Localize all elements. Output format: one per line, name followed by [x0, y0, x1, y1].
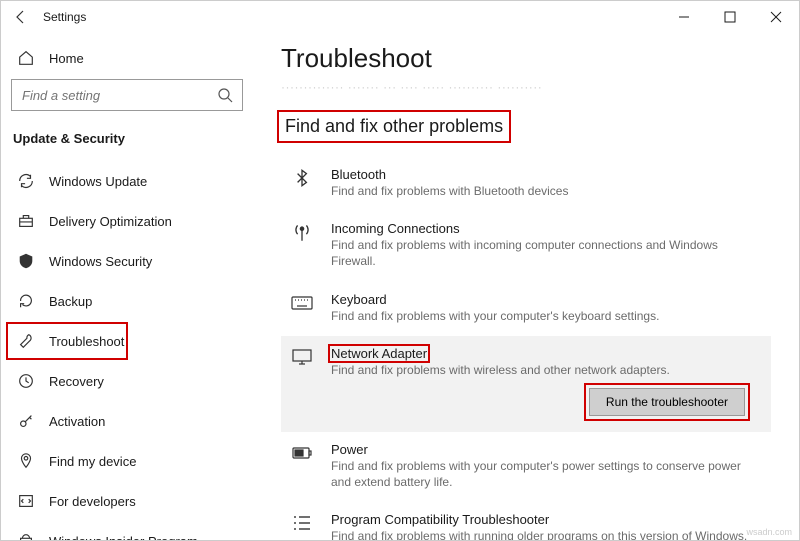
list-icon	[289, 512, 315, 540]
minimize-icon	[676, 9, 692, 25]
keyboard-icon	[289, 292, 315, 324]
ts-desc: Find and fix problems with incoming comp…	[331, 237, 763, 269]
recovery-icon	[17, 372, 35, 390]
antenna-icon	[289, 221, 315, 269]
ts-name: Incoming Connections	[331, 221, 763, 236]
bluetooth-icon	[289, 167, 315, 199]
sync-icon	[17, 172, 35, 190]
sidebar-item-label: Windows Security	[49, 254, 152, 269]
ts-name: Program Compatibility Troubleshooter	[331, 512, 763, 527]
ts-name: Bluetooth	[331, 167, 763, 182]
sidebar-item-recovery[interactable]: Recovery	[11, 362, 243, 400]
sidebar-section-header: Update & Security	[11, 127, 243, 160]
ts-name: Power	[331, 442, 763, 457]
sidebar-item-label: Backup	[49, 294, 92, 309]
ts-row: Network Adapter Find and fix problems wi…	[289, 346, 763, 378]
maximize-icon	[722, 9, 738, 25]
sidebar-item-label: Find my device	[49, 454, 136, 469]
ts-text: Power Find and fix problems with your co…	[331, 442, 763, 490]
arrow-left-icon	[13, 9, 29, 25]
section-title-wrap: Find and fix other problems	[281, 114, 507, 139]
sidebar-item-label: Recovery	[49, 374, 104, 389]
developer-icon	[17, 492, 35, 510]
sidebar-item-label: Troubleshoot	[49, 334, 124, 349]
wrench-icon	[17, 332, 35, 350]
run-troubleshooter-button[interactable]: Run the troubleshooter	[589, 388, 745, 416]
home-label: Home	[49, 51, 84, 66]
close-icon	[768, 9, 784, 25]
ts-name: Keyboard	[331, 292, 763, 307]
sidebar-item-find-my-device[interactable]: Find my device	[11, 442, 243, 480]
ts-item-power[interactable]: Power Find and fix problems with your co…	[281, 432, 771, 502]
minimize-button[interactable]	[661, 1, 707, 33]
ts-desc: Find and fix problems with your computer…	[331, 458, 763, 490]
settings-window: Settings Home Update & Security	[0, 0, 800, 541]
sidebar-item-label: Delivery Optimization	[49, 214, 172, 229]
sidebar-item-label: Windows Insider Program	[49, 534, 198, 541]
home-icon	[17, 49, 35, 67]
watermark: wsadn.com	[746, 527, 792, 537]
troubleshooter-list: Bluetooth Find and fix problems with Blu…	[281, 157, 771, 540]
search-wrap	[11, 79, 243, 111]
sidebar-item-delivery-optimization[interactable]: Delivery Optimization	[11, 202, 243, 240]
ts-name: Network Adapter	[331, 346, 427, 361]
content: Troubleshoot ·············· ······· ··· …	[253, 33, 799, 540]
ts-text: Bluetooth Find and fix problems with Blu…	[331, 167, 763, 199]
ts-text: Network Adapter Find and fix problems wi…	[331, 346, 763, 378]
ts-desc: Find and fix problems with your computer…	[331, 308, 763, 324]
titlebar-left: Settings	[13, 9, 86, 25]
close-button[interactable]	[753, 1, 799, 33]
ts-item-bluetooth[interactable]: Bluetooth Find and fix problems with Blu…	[281, 157, 771, 211]
ts-item-keyboard[interactable]: Keyboard Find and fix problems with your…	[281, 282, 771, 336]
ts-item-incoming-connections[interactable]: Incoming Connections Find and fix proble…	[281, 211, 771, 281]
section-title: Find and fix other problems	[281, 114, 507, 139]
ts-desc: Find and fix problems with running older…	[331, 528, 763, 540]
run-button-row: Run the troubleshooter	[289, 388, 763, 416]
ts-desc: Find and fix problems with wireless and …	[331, 362, 763, 378]
sidebar-item-label: For developers	[49, 494, 136, 509]
body: Home Update & Security Windows Update De…	[1, 33, 799, 540]
delivery-icon	[17, 212, 35, 230]
sidebar-item-windows-update[interactable]: Windows Update	[11, 162, 243, 200]
search-input[interactable]	[11, 79, 243, 111]
maximize-button[interactable]	[707, 1, 753, 33]
app-title: Settings	[43, 10, 86, 24]
ts-item-program-compatibility[interactable]: Program Compatibility Troubleshooter Fin…	[281, 502, 771, 540]
sidebar-item-backup[interactable]: Backup	[11, 282, 243, 320]
sidebar-item-label: Windows Update	[49, 174, 147, 189]
window-controls	[661, 1, 799, 33]
sidebar: Home Update & Security Windows Update De…	[1, 33, 253, 540]
sidebar-item-activation[interactable]: Activation	[11, 402, 243, 440]
power-icon	[289, 442, 315, 490]
sidebar-item-troubleshoot[interactable]: Troubleshoot	[11, 322, 243, 360]
ts-item-network-adapter[interactable]: Network Adapter Find and fix problems wi…	[281, 336, 771, 432]
insider-icon	[17, 532, 35, 540]
ts-text: Keyboard Find and fix problems with your…	[331, 292, 763, 324]
ts-text: Program Compatibility Troubleshooter Fin…	[331, 512, 763, 540]
titlebar: Settings	[1, 1, 799, 33]
page-title: Troubleshoot	[281, 43, 771, 74]
location-icon	[17, 452, 35, 470]
ts-text: Incoming Connections Find and fix proble…	[331, 221, 763, 269]
ts-desc: Find and fix problems with Bluetooth dev…	[331, 183, 763, 199]
sidebar-item-label: Activation	[49, 414, 105, 429]
sidebar-item-for-developers[interactable]: For developers	[11, 482, 243, 520]
sidebar-item-windows-security[interactable]: Windows Security	[11, 242, 243, 280]
home-button[interactable]: Home	[11, 41, 243, 77]
backup-icon	[17, 292, 35, 310]
key-icon	[17, 412, 35, 430]
monitor-icon	[289, 346, 315, 378]
sidebar-item-windows-insider[interactable]: Windows Insider Program	[11, 522, 243, 540]
faded-text: ·············· ······· ··· ···· ····· ··…	[281, 80, 771, 94]
search-icon	[217, 87, 233, 103]
back-button[interactable]	[13, 9, 29, 25]
shield-icon	[17, 252, 35, 270]
